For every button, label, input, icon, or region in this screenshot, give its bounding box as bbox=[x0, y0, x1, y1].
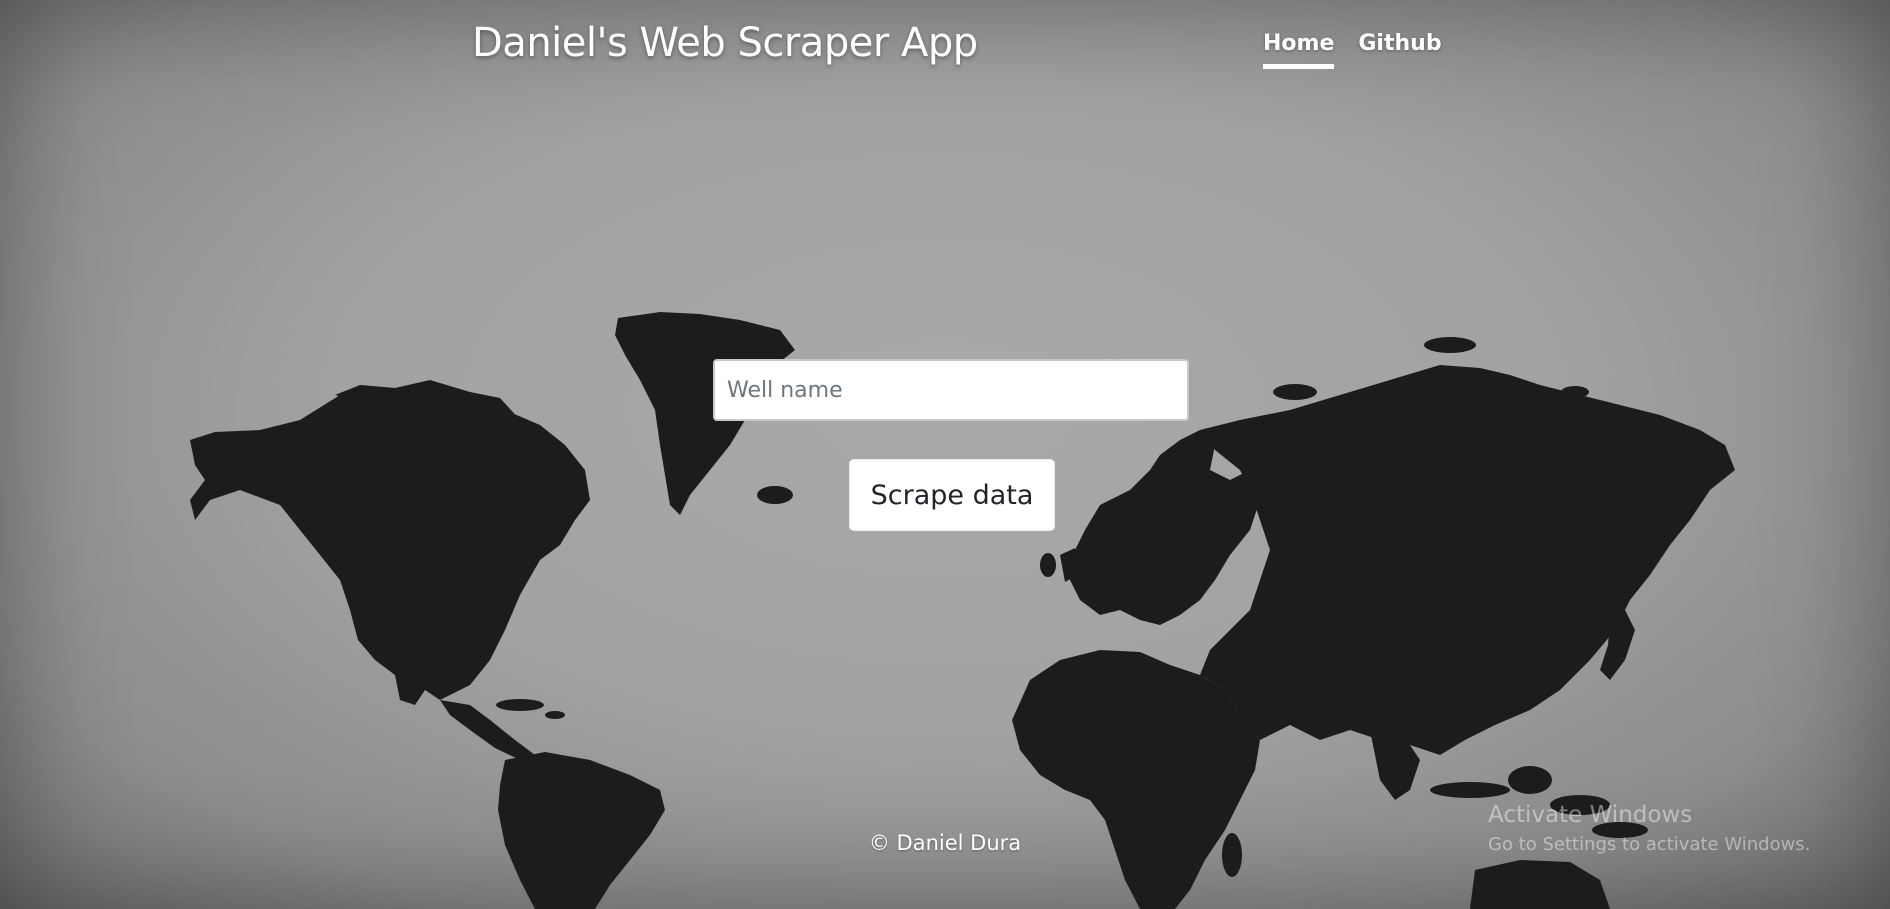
nav-home-link[interactable]: Home bbox=[1263, 31, 1335, 69]
world-map-background bbox=[190, 312, 1735, 909]
main-nav: Home Github bbox=[1263, 31, 1442, 69]
app-title: Daniel's Web Scraper App bbox=[472, 20, 978, 66]
watermark-title: Activate Windows bbox=[1488, 802, 1693, 828]
nav-github-link[interactable]: Github bbox=[1358, 31, 1441, 69]
watermark-subtitle: Go to Settings to activate Windows. bbox=[1488, 834, 1811, 855]
scrape-data-button[interactable]: Scrape data bbox=[849, 459, 1055, 531]
windows-activation-watermark: Activate Windows Go to Settings to activ… bbox=[1488, 800, 1810, 860]
well-name-input[interactable] bbox=[713, 359, 1189, 421]
